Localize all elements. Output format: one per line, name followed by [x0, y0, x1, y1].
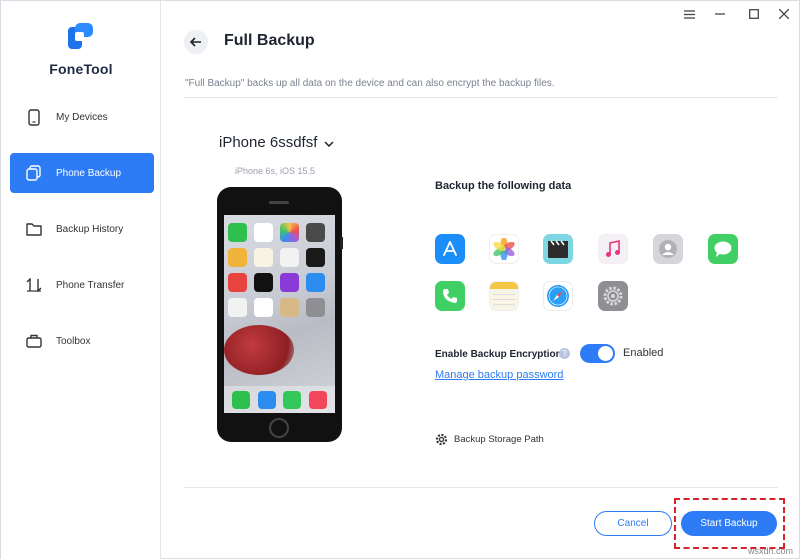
chevron-down-icon — [324, 134, 334, 151]
gear-icon — [435, 433, 448, 446]
sidebar-item-phone-backup[interactable]: Phone Backup — [10, 153, 154, 193]
watermark: wsxdn.com — [747, 546, 793, 556]
encryption-toggle[interactable] — [580, 344, 615, 363]
manage-password-link[interactable]: Manage backup password — [435, 369, 563, 381]
menu-icon[interactable] — [679, 5, 699, 23]
device-selector[interactable]: iPhone 6ssdfsf — [219, 134, 334, 151]
storage-path-button[interactable]: Backup Storage Path — [435, 433, 544, 446]
transfer-icon — [26, 276, 42, 294]
maximize-icon[interactable] — [744, 5, 764, 23]
fonetool-logo-icon — [66, 21, 96, 51]
storage-path-label: Backup Storage Path — [454, 434, 544, 445]
cancel-button[interactable]: Cancel — [594, 511, 672, 536]
photos-icon[interactable] — [489, 234, 519, 264]
notes-icon[interactable] — [489, 281, 519, 311]
app-window: FoneTool My Devices Phone Backup Backup … — [0, 0, 800, 559]
device-model: iPhone 6s, iOS 15.5 — [235, 166, 316, 176]
music-icon[interactable] — [598, 234, 628, 264]
sidebar-item-label: Backup History — [56, 223, 124, 235]
sidebar: FoneTool My Devices Phone Backup Backup … — [1, 1, 161, 559]
encryption-state: Enabled — [623, 347, 664, 359]
sidebar-item-toolbox[interactable]: Toolbox — [10, 321, 154, 361]
page-title: Full Backup — [224, 32, 315, 49]
sidebar-item-label: Toolbox — [56, 335, 91, 347]
phone-icon[interactable] — [435, 281, 465, 311]
divider — [184, 97, 778, 98]
contacts-icon[interactable] — [653, 234, 683, 264]
phone-image — [217, 187, 343, 442]
divider — [184, 487, 778, 488]
messages-icon[interactable] — [708, 234, 738, 264]
back-button[interactable] — [184, 30, 208, 54]
sidebar-item-phone-transfer[interactable]: Phone Transfer — [10, 265, 154, 305]
sidebar-item-label: My Devices — [56, 111, 108, 123]
device-name: iPhone 6ssdfsf — [219, 134, 318, 151]
arrow-left-icon — [190, 37, 201, 47]
backup-icon — [26, 164, 42, 182]
sidebar-item-backup-history[interactable]: Backup History — [10, 209, 154, 249]
encryption-label: Enable Backup Encryption — [435, 349, 562, 360]
app-name: FoneTool — [49, 61, 113, 77]
videos-icon[interactable] — [543, 234, 573, 264]
settings-icon[interactable] — [598, 281, 628, 311]
sidebar-item-label: Phone Transfer — [56, 279, 125, 291]
sidebar-item-my-devices[interactable]: My Devices — [10, 97, 154, 137]
folder-icon — [26, 220, 42, 238]
minimize-icon[interactable] — [710, 5, 730, 23]
safari-icon[interactable] — [543, 281, 573, 311]
close-icon[interactable] — [774, 5, 794, 23]
app-store-icon[interactable] — [435, 234, 465, 264]
toolbox-icon — [26, 332, 42, 350]
help-icon[interactable]: ? — [559, 348, 570, 359]
sidebar-item-label: Phone Backup — [56, 167, 122, 179]
start-backup-button[interactable]: Start Backup — [681, 511, 777, 536]
section-title: Backup the following data — [435, 180, 572, 192]
page-subtitle: "Full Backup" backs up all data on the d… — [185, 78, 555, 89]
phone-icon — [26, 108, 42, 126]
